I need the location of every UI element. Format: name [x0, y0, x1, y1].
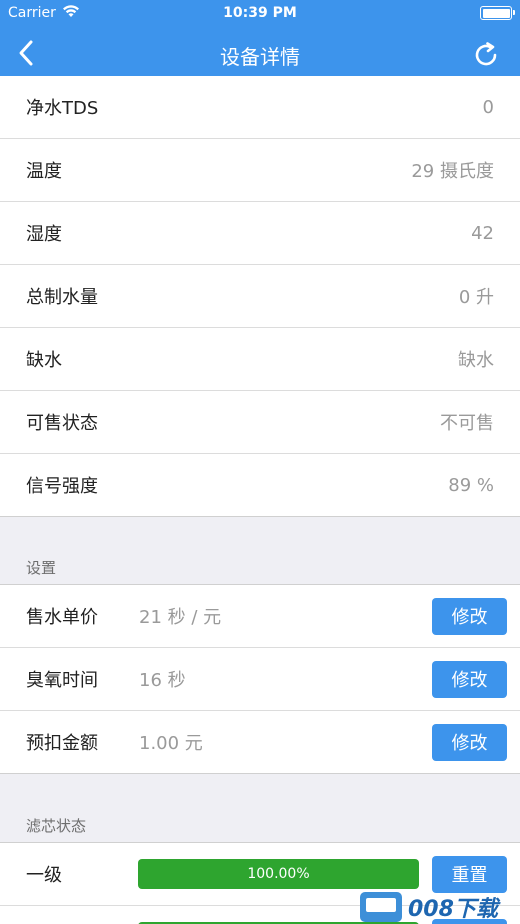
info-row-humidity: 湿度 42	[0, 202, 520, 265]
settings-label: 臭氧时间	[26, 670, 98, 691]
settings-value: 1.00 元	[139, 733, 203, 754]
info-label: 净水TDS	[26, 98, 99, 119]
settings-label: 预扣金额	[26, 733, 98, 754]
device-info-list: 净水TDS 0 温度 29 摄氏度 湿度 42 总制水量 0 升 缺水 缺水 可…	[0, 76, 520, 517]
page-title: 设备详情	[220, 45, 300, 69]
filter-progress-bar: 100.00%	[138, 859, 419, 889]
filter-label: 一级	[26, 865, 62, 886]
cassette-icon	[360, 892, 402, 922]
info-value: 42	[471, 222, 494, 244]
filter-progress-text: 100.00%	[247, 866, 310, 882]
clock: 10:39 PM	[223, 5, 297, 21]
header: Carrier 10:39 PM 设备详情	[0, 0, 520, 81]
watermark-logo: 008下载	[360, 890, 520, 924]
info-label: 温度	[26, 161, 62, 182]
info-label: 总制水量	[26, 287, 98, 308]
info-row-total-water: 总制水量 0 升	[0, 265, 520, 328]
settings-row-ozone-time: 臭氧时间 16 秒 修改	[0, 648, 520, 711]
info-value: 不可售	[440, 413, 494, 434]
info-value: 0	[482, 96, 494, 118]
info-value: 29 摄氏度	[411, 161, 494, 182]
status-bar: Carrier 10:39 PM	[0, 0, 520, 27]
info-label: 信号强度	[26, 476, 98, 497]
info-value: 89 %	[448, 474, 494, 496]
nav-bar: 设备详情	[0, 27, 520, 81]
settings-list: 售水单价 21 秒 / 元 修改 臭氧时间 16 秒 修改 预扣金额 1.00 …	[0, 584, 520, 774]
info-label: 缺水	[26, 350, 62, 371]
settings-section-title: 设置	[26, 559, 57, 577]
refresh-icon	[475, 42, 497, 66]
settings-row-unit-price: 售水单价 21 秒 / 元 修改	[0, 585, 520, 648]
info-label: 可售状态	[26, 413, 98, 434]
edit-deposit-button[interactable]: 修改	[432, 723, 507, 761]
info-row-signal: 信号强度 89 %	[0, 454, 520, 517]
battery-icon	[480, 6, 515, 20]
info-row-sale-status: 可售状态 不可售	[0, 391, 520, 454]
info-value: 缺水	[458, 350, 494, 371]
edit-ozone-time-button[interactable]: 修改	[432, 660, 507, 698]
info-row-water-shortage: 缺水 缺水	[0, 328, 520, 391]
info-row-tds: 净水TDS 0	[0, 76, 520, 139]
filter-section-title: 滤芯状态	[26, 817, 87, 835]
info-label: 湿度	[26, 224, 62, 245]
info-value: 0 升	[458, 287, 494, 308]
edit-unit-price-button[interactable]: 修改	[432, 597, 507, 635]
info-row-temperature: 温度 29 摄氏度	[0, 139, 520, 202]
reset-filter-1-button[interactable]: 重置	[432, 855, 507, 893]
settings-value: 21 秒 / 元	[139, 607, 222, 628]
refresh-button[interactable]	[466, 35, 506, 75]
watermark-text: 008下载	[408, 897, 498, 922]
settings-label: 售水单价	[26, 607, 98, 628]
settings-value: 16 秒	[139, 670, 186, 691]
settings-row-deposit: 预扣金额 1.00 元 修改	[0, 711, 520, 774]
